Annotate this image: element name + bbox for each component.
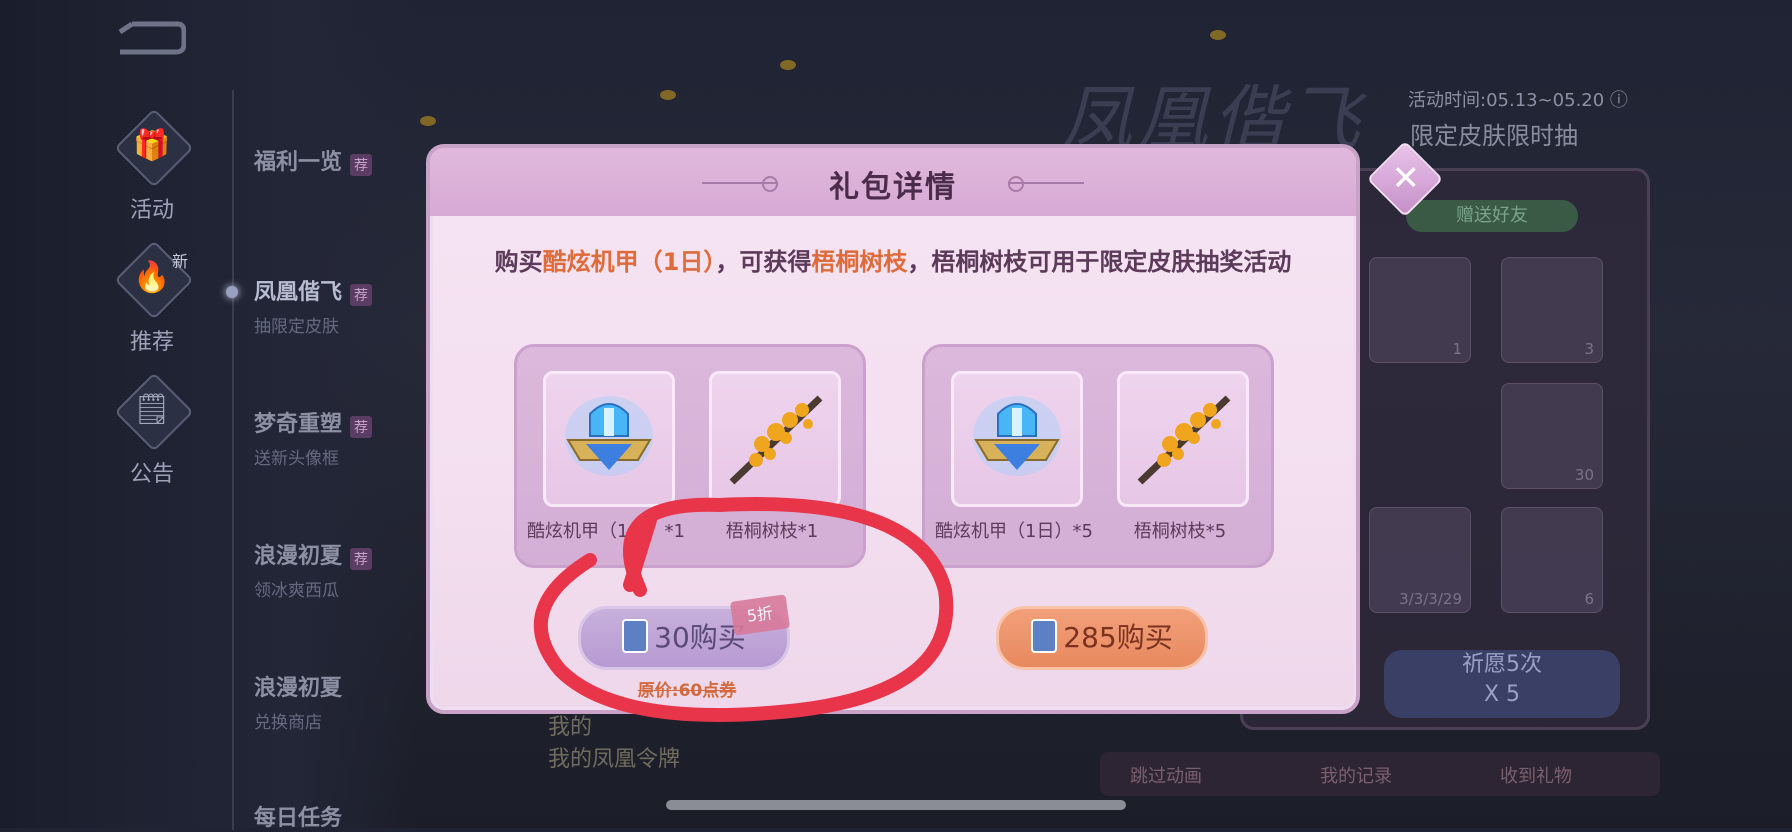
golden-branch-icon[interactable]	[709, 371, 841, 507]
pray-count: X 5	[1483, 682, 1521, 707]
desc-mid: ，可获得	[715, 248, 812, 276]
golden-branch-icon[interactable]	[1117, 371, 1249, 507]
menu-item-tag: 荐	[350, 415, 373, 438]
menu-item-title: 每日任务	[254, 806, 343, 831]
active-indicator	[226, 286, 238, 298]
prize-count: 30	[1574, 466, 1594, 484]
tab-activity-label: 活动	[129, 198, 174, 223]
desc-item-mecha: 酷炫机甲（1日）	[542, 248, 716, 276]
menu-item-subtitle: 领冰爽西瓜	[254, 581, 339, 601]
menu-item-tag: 荐	[350, 547, 373, 570]
item-name: 酷炫机甲（1日）*5	[935, 521, 1093, 542]
item-name: 梧桐树枝*5	[1133, 521, 1227, 542]
mecha-emblem-icon[interactable]	[951, 371, 1083, 507]
menu-item-title: 福利一览	[254, 150, 343, 175]
prize-count: 3	[1584, 340, 1594, 358]
prize-count: 3/3/3/29	[1399, 590, 1462, 608]
coupon-icon	[622, 619, 649, 653]
tab-notice-label: 公告	[129, 462, 174, 487]
menu-item-phoenix[interactable]: 凤凰偕飞荐 抽限定皮肤	[254, 274, 444, 337]
prize-cell[interactable]: 1	[1369, 257, 1471, 363]
menu-item-daily[interactable]: 每日任务	[254, 800, 444, 832]
menu-item-title: 梦奇重塑	[254, 412, 343, 437]
buy-285-button[interactable]: 285购买	[996, 606, 1208, 670]
header-ornament	[1008, 176, 1084, 192]
prize-count: 6	[1584, 590, 1594, 608]
mecha-emblem-icon[interactable]	[543, 371, 675, 507]
menu-item-title: 凤凰偕飞	[254, 280, 343, 305]
bottom-bar: 跳过动画 我的记录 收到礼物	[1100, 752, 1660, 796]
my-token-line: 我的凤凰令牌	[548, 747, 681, 772]
menu-item-tag: 荐	[350, 283, 373, 306]
leaf-decoration	[780, 60, 796, 70]
pack-card-2: 酷炫机甲（1日）*5 梧桐树枝*5	[922, 344, 1274, 568]
menu-item-subtitle: 抽限定皮肤	[254, 317, 339, 337]
menu-item-summer-shop[interactable]: 浪漫初夏 兑换商店	[254, 670, 444, 733]
gift-icon: 🎁	[133, 128, 171, 163]
desc-suffix: ，梧桐树枝可用于限定皮肤抽奖活动	[907, 248, 1292, 276]
dialog-header: 礼包详情	[430, 148, 1356, 216]
buy-285-label: 285购买	[1063, 621, 1173, 654]
skip-animation-toggle[interactable]: 跳过动画	[1130, 762, 1202, 788]
desc-prefix: 购买	[494, 248, 543, 276]
tab-notice[interactable]: 🗒 公告	[108, 372, 196, 487]
item-name: 酷炫机甲（1日）*1	[527, 521, 685, 542]
menu-item-subtitle: 送新头像框	[254, 449, 339, 469]
tab-activity[interactable]: 🎁 活动	[108, 108, 196, 223]
event-subtitle: 限定皮肤限时抽	[1410, 122, 1578, 150]
menu-item-tag: 荐	[350, 153, 373, 176]
menu-item-subtitle: 兑换商店	[254, 713, 322, 733]
menu-item-title: 浪漫初夏	[254, 676, 343, 701]
coupon-icon	[1031, 619, 1058, 653]
my-line: 我的	[548, 715, 593, 740]
tab-recommend-label: 推荐	[129, 330, 174, 355]
leaf-decoration	[1210, 30, 1226, 40]
new-badge: 新	[172, 252, 189, 271]
menu-item-title: 浪漫初夏	[254, 544, 343, 569]
home-indicator[interactable]	[666, 800, 1126, 810]
menu-divider	[232, 90, 234, 830]
event-time[interactable]: 活动时间:05.13~05.20 ⓘ	[1408, 86, 1628, 112]
prize-cell[interactable]: 3	[1501, 257, 1603, 363]
leaf-decoration	[660, 90, 676, 100]
pack-card-1: 酷炫机甲（1日）*1 梧桐树枝*1	[514, 344, 866, 568]
my-info: 我的 我的凤凰令牌	[548, 712, 680, 776]
back-arrow-icon[interactable]	[112, 20, 186, 56]
dialog-title: 礼包详情	[829, 170, 957, 205]
prize-cell[interactable]: 30	[1501, 383, 1603, 489]
notice-icon: 🗒	[132, 392, 172, 427]
menu-item-welfare[interactable]: 福利一览荐	[254, 144, 444, 176]
menu-item-summer[interactable]: 浪漫初夏荐 领冰爽西瓜	[254, 538, 444, 601]
dialog-description: 购买酷炫机甲（1日），可获得梧桐树枝，梧桐树枝可用于限定皮肤抽奖活动	[490, 244, 1296, 280]
leaf-decoration	[420, 116, 436, 126]
menu-item-mengqi[interactable]: 梦奇重塑荐 送新头像框	[254, 406, 444, 469]
desc-item-branch: 梧桐树枝	[811, 248, 908, 276]
prize-cell[interactable]: 3/3/3/29	[1369, 507, 1471, 613]
gift-pack-dialog: 礼包详情 购买酷炫机甲（1日），可获得梧桐树枝，梧桐树枝可用于限定皮肤抽奖活动	[426, 144, 1360, 714]
tab-recommend[interactable]: 🔥 新 推荐	[108, 240, 196, 355]
pray-label: 祈愿5次	[1462, 652, 1542, 677]
gift-friend-button[interactable]: 赠送好友	[1406, 200, 1578, 232]
original-price: 原价:60点券	[637, 681, 737, 701]
buy-30-label: 30购买	[654, 621, 746, 654]
close-glyph: ✕	[1391, 158, 1420, 199]
received-gift-link[interactable]: 收到礼物	[1500, 762, 1572, 788]
prize-count: 1	[1452, 340, 1462, 358]
prize-cell[interactable]: 6	[1501, 507, 1603, 613]
my-record-link[interactable]: 我的记录	[1320, 762, 1392, 788]
pray-button[interactable]: 祈愿5次 X 5	[1384, 650, 1620, 718]
item-name: 梧桐树枝*1	[725, 521, 819, 542]
